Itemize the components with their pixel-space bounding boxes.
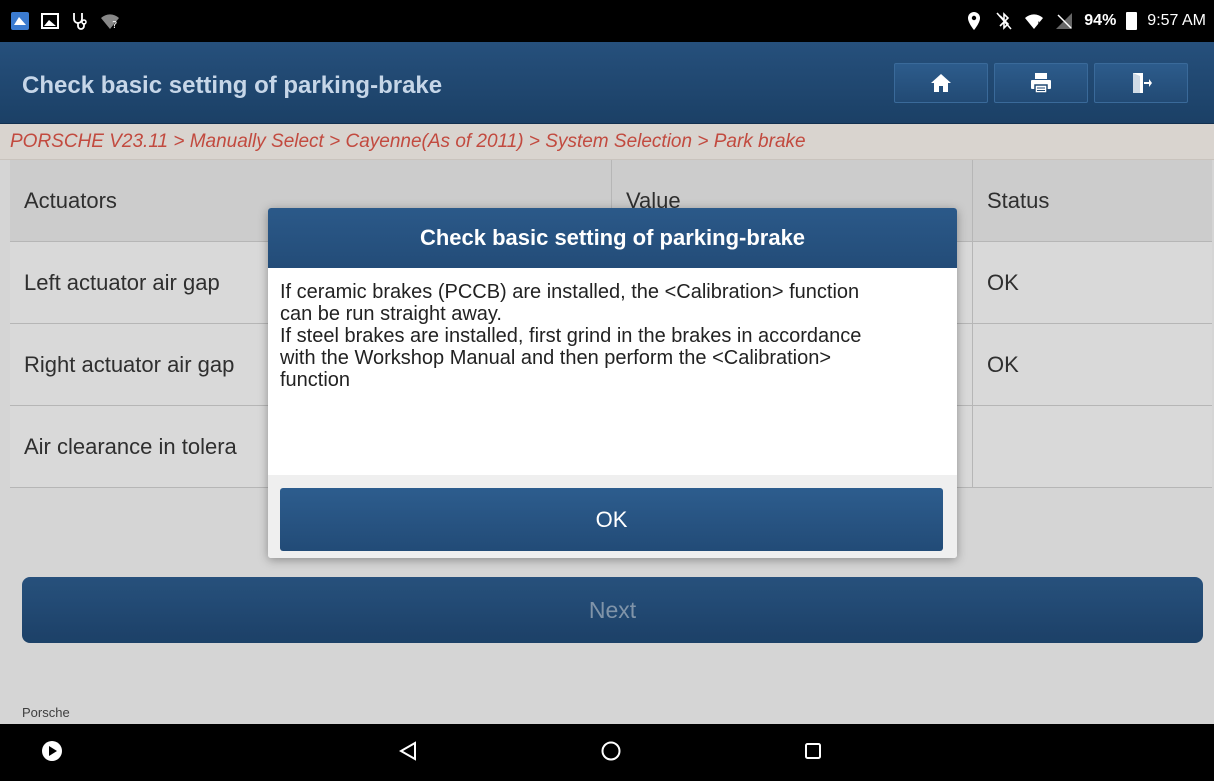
page-title: Check basic setting of parking-brake — [22, 72, 443, 99]
home-nav-button[interactable] — [596, 738, 626, 768]
dialog-message: If ceramic brakes (PCCB) are installed, … — [268, 268, 957, 475]
recents-button[interactable] — [798, 738, 828, 768]
print-button[interactable] — [994, 63, 1088, 103]
battery-percent: 94% — [1084, 12, 1117, 29]
svg-text:?: ? — [112, 20, 117, 31]
stethoscope-icon — [70, 11, 90, 31]
home-button[interactable] — [894, 63, 988, 103]
breadcrumb: PORSCHE V23.11 > Manually Select > Cayen… — [0, 124, 1214, 160]
ok-button[interactable]: OK — [280, 488, 943, 551]
dialog-title: Check basic setting of parking-brake — [268, 208, 957, 268]
back-triangle-icon — [397, 740, 419, 767]
calibration-dialog: Check basic setting of parking-brake If … — [268, 208, 957, 558]
title-bar: Check basic setting of parking-brake — [0, 42, 1214, 124]
navigation-bar — [0, 724, 1214, 781]
svg-text:!: ! — [1037, 21, 1041, 31]
status-right-icons: ! 94% 9:57 AM — [964, 0, 1206, 42]
location-icon — [964, 11, 984, 31]
wifi-unknown-icon: ? — [100, 11, 120, 31]
dialog-message-line: with the Workshop Manual and then perfor… — [280, 347, 832, 369]
wifi-icon: ! — [1024, 11, 1044, 31]
dialog-message-line: If ceramic brakes (PCCB) are installed, … — [280, 281, 860, 303]
no-sim-icon — [1054, 11, 1074, 31]
battery-icon — [1126, 12, 1138, 30]
launcher-button[interactable] — [37, 738, 67, 768]
launcher-app-icon — [10, 11, 30, 31]
clock: 9:57 AM — [1147, 12, 1206, 29]
exit-button[interactable] — [1094, 63, 1188, 103]
breadcrumb-text: PORSCHE V23.11 > Manually Select > Cayen… — [10, 130, 806, 152]
play-circle-icon — [41, 740, 63, 767]
back-button[interactable] — [393, 738, 423, 768]
status-bar: ? ! 94% 9:57 AM — [0, 0, 1214, 42]
print-icon — [1029, 71, 1053, 95]
status-left-icons: ? — [10, 0, 120, 42]
exit-icon — [1129, 71, 1153, 95]
dialog-message-line: function — [280, 369, 351, 391]
recents-square-icon — [802, 740, 824, 767]
dialog-footer: OK — [268, 475, 957, 558]
home-circle-icon — [600, 740, 622, 767]
bluetooth-off-icon — [994, 11, 1014, 31]
home-icon — [929, 72, 953, 94]
image-icon — [40, 11, 60, 31]
dialog-message-line: can be run straight away. — [280, 303, 502, 325]
dialog-message-line: If steel brakes are installed, first gri… — [280, 325, 862, 347]
